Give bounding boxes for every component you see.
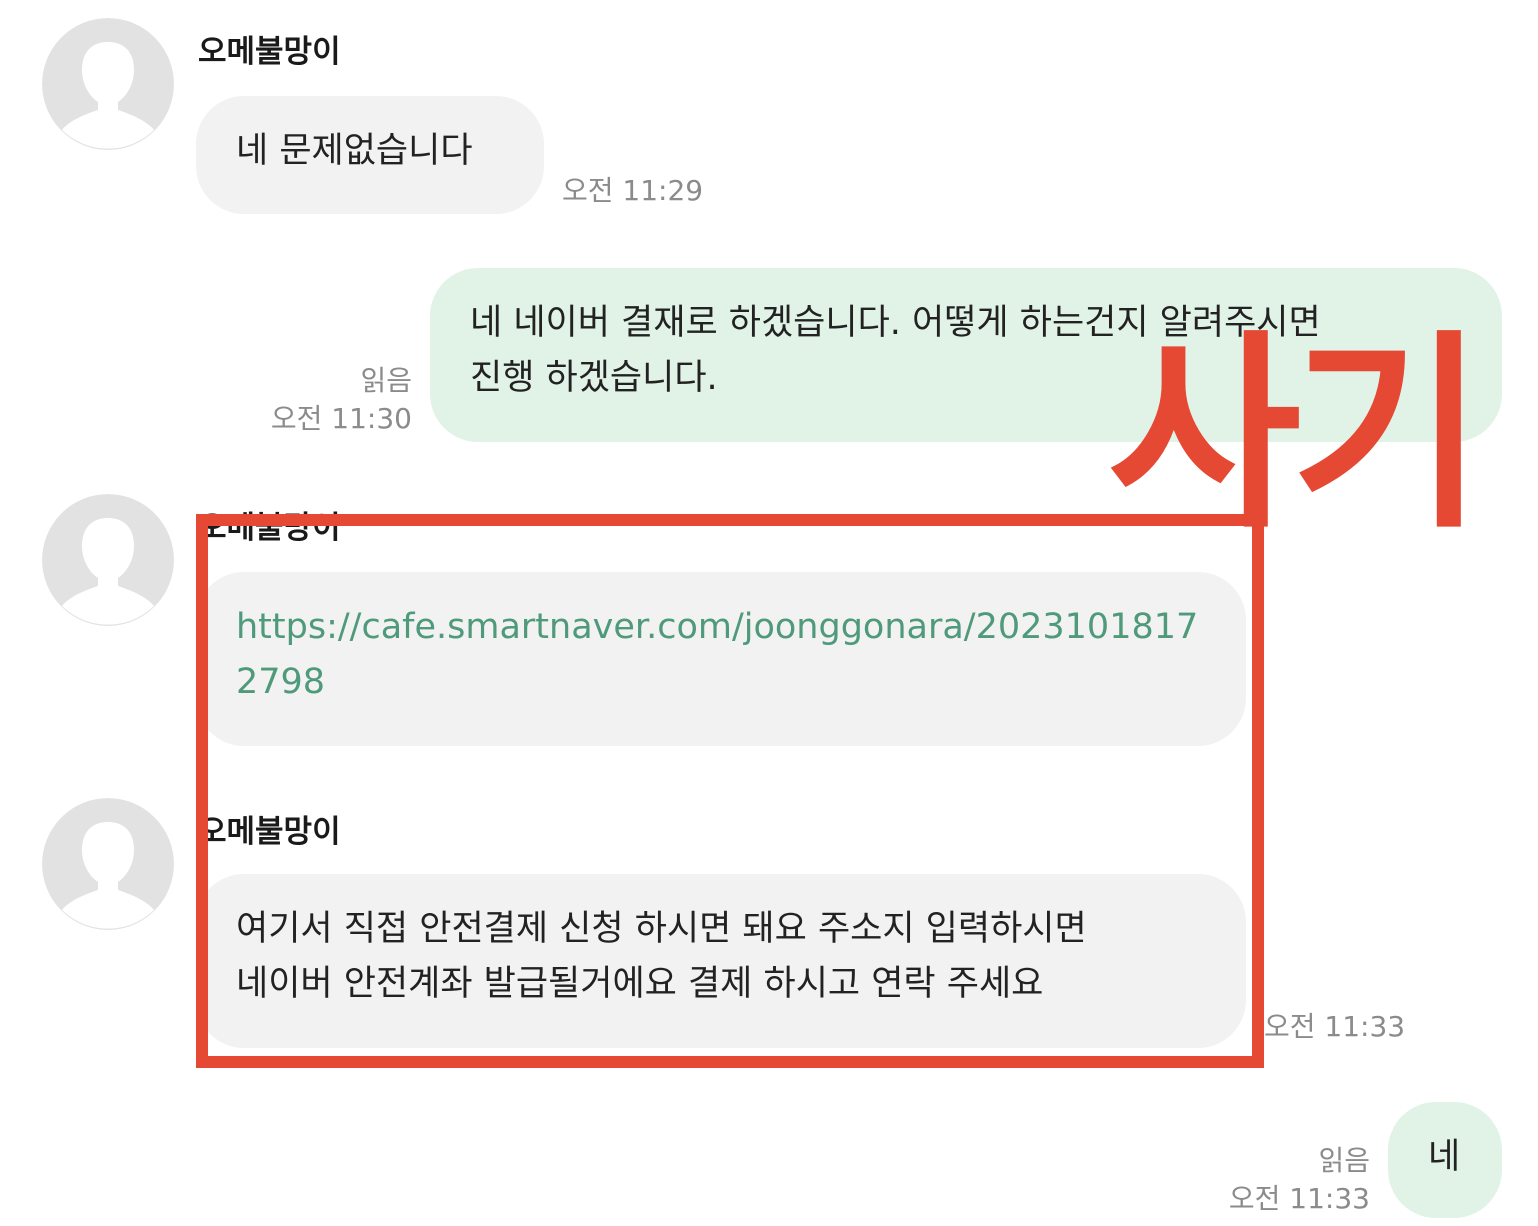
message-time: 오전 11:29 [562,174,704,207]
message-text: 네 문제없습니다 [236,131,473,171]
message-text: 네 [1428,1137,1461,1177]
sender-name: 오메불망이 [198,814,341,850]
message-bubble[interactable]: 네 [1388,1102,1502,1218]
message-text-line-2: 네이버 안전계좌 발급될거에요 결제 하시고 연락 주세요 [236,964,1044,1004]
sender-name: 오메불망이 [198,34,341,70]
link-text-line-2[interactable]: 2798 [236,655,1206,710]
message-time: 오전 11:33 [1264,1010,1406,1043]
default-profile-icon [42,494,174,626]
message-bubble[interactable]: 여기서 직접 안전결제 신청 하시면 돼요 주소지 입력하시면 네이버 안전계좌… [196,874,1246,1048]
avatar[interactable] [42,18,174,150]
message-text-line-1: 여기서 직접 안전결제 신청 하시면 돼요 주소지 입력하시면 [236,909,1087,949]
read-receipt: 읽음 [1318,1144,1370,1177]
scam-annotation-label: 사기 [1108,312,1484,557]
message-time: 오전 11:33 [1228,1182,1370,1215]
message-meta: 읽음 오전 11:33 [1200,1142,1370,1218]
link-text-line-1[interactable]: https://cafe.smartnaver.com/joonggonara/… [236,600,1206,655]
sender-name: 오메불망이 [198,510,341,546]
message-meta: 읽음 오전 11:30 [250,362,412,438]
default-profile-icon [42,798,174,930]
message-bubble[interactable]: 네 문제없습니다 [196,96,544,214]
link-message-bubble[interactable]: https://cafe.smartnaver.com/joonggonara/… [196,572,1246,746]
read-receipt: 읽음 [360,364,412,397]
message-meta: 오전 11:29 [562,172,703,210]
message-meta: 오전 11:33 [1264,1008,1405,1046]
default-profile-icon [42,18,174,150]
avatar[interactable] [42,494,174,626]
avatar[interactable] [42,798,174,930]
message-time: 오전 11:30 [270,402,412,435]
